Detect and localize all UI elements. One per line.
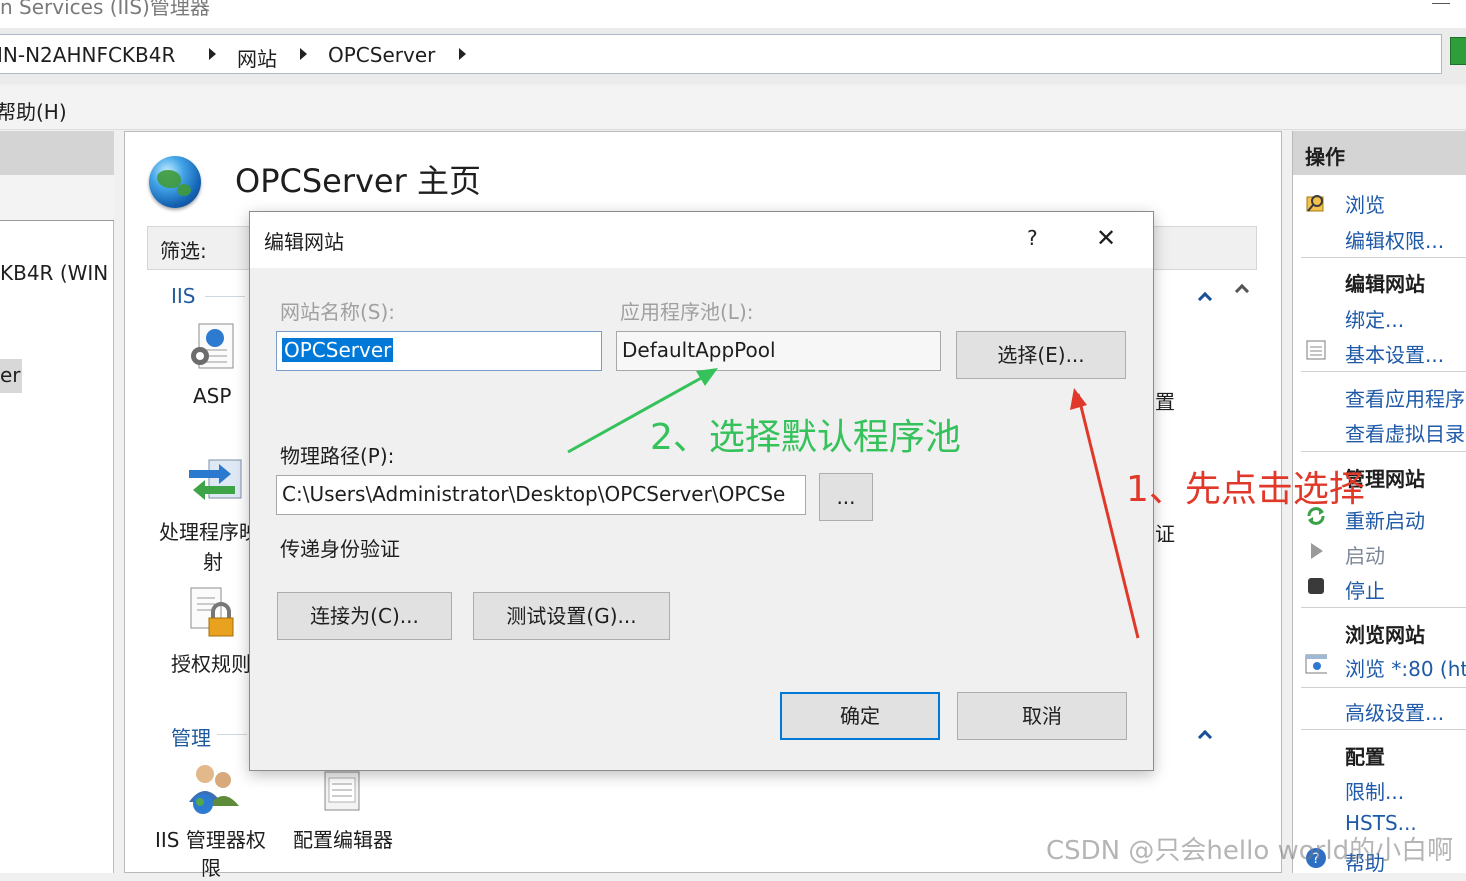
breadcrumb-arrow-icon[interactable] [209,48,216,60]
stop-icon[interactable] [1305,575,1327,597]
edit-site-dialog: 编辑网站 ? ✕ 网站名称(S): OPCServer 应用程序池(L): De… [249,211,1154,771]
app-pool-value: DefaultAppPool [622,338,776,362]
action-view-virtual-directories[interactable]: 查看虚拟目录 [1345,418,1465,447]
page-title: OPCServer 主页 [235,162,481,200]
watermark: CSDN @只会hello world的小白啊 [1046,836,1454,866]
ok-button[interactable]: 确定 [780,692,940,740]
actions-title: 操作 [1305,145,1345,169]
feature-handler-label-2[interactable]: 射 [203,546,223,575]
iis-manager-permissions-icon[interactable] [185,762,243,816]
annotation-step-1: 1、先点击选择 [1126,469,1365,510]
action-stop[interactable]: 停止 [1345,575,1385,604]
site-name-label: 网站名称(S): [280,300,396,324]
action-edit-permissions[interactable]: 编辑权限... [1345,225,1444,254]
app-pool-field[interactable]: DefaultAppPool [616,331,941,371]
minimize-icon[interactable] [1432,0,1450,4]
physical-path-value: C:\Users\Administrator\Desktop\OPCServer… [282,482,786,506]
actions-divider [1301,451,1466,452]
menu-bar: 帮助(H) [0,86,1466,130]
action-advanced-settings[interactable]: 高级设置... [1345,697,1444,726]
dialog-title: 编辑网站 [264,230,344,254]
action-basic-settings[interactable]: 基本设置... [1345,339,1444,368]
feature-partial-label[interactable]: 证 [1155,518,1175,547]
connections-pane: KB4R (WIN er [0,131,114,873]
handler-mappings-icon[interactable] [183,454,245,502]
tree-item-server[interactable]: KB4R (WIN [0,261,108,285]
breadcrumb-arrow-icon[interactable] [459,48,466,60]
dialog-titlebar: 编辑网站 ? ✕ [250,212,1153,268]
help-icon[interactable]: ? [1027,226,1038,250]
passthrough-auth-label: 传递身份验证 [280,537,400,561]
breadcrumb-server[interactable]: IN-N2AHNFCKB4R [0,43,175,67]
close-icon[interactable]: ✕ [1096,224,1116,252]
annotation-step-2: 2、选择默认程序池 [650,417,961,458]
feature-asp-label[interactable]: ASP [193,384,231,408]
action-browse-port-80[interactable]: 浏览 *:80 (ht [1345,653,1466,682]
breadcrumb[interactable]: IN-N2AHNFCKB4R 网站 OPCServer [0,34,1442,74]
globe-land-shape [177,184,191,196]
physical-path-label: 物理路径(P): [280,444,395,468]
feature-iis-permissions-label[interactable]: IIS 管理器权 [155,824,266,853]
breadcrumb-sites[interactable]: 网站 [237,43,277,72]
action-start[interactable]: 启动 [1345,540,1385,569]
breadcrumb-arrow-icon[interactable] [300,48,307,60]
window-title: n Services (IIS)管理器 [0,0,210,19]
physical-path-field[interactable]: C:\Users\Administrator\Desktop\OPCServer… [276,475,806,515]
select-app-pool-button[interactable]: 选择(E)... [956,331,1126,379]
action-browse[interactable]: 浏览 [1345,189,1385,218]
feature-partial-label[interactable]: 置 [1155,386,1175,415]
actions-divider [1301,729,1466,730]
action-view-applications[interactable]: 查看应用程序 [1345,383,1465,412]
feature-handler-label[interactable]: 处理程序映 [159,516,259,545]
group-divider [205,296,245,297]
group-divider [217,734,247,735]
connections-header [0,131,114,175]
actions-divider [1301,371,1466,372]
site-globe-icon [149,156,201,208]
feature-iis-permissions-label-2[interactable]: 限 [201,852,221,881]
tree-item-site[interactable]: er [0,359,22,393]
site-name-field[interactable]: OPCServer [276,331,602,371]
explore-icon[interactable] [1305,191,1327,213]
browse-site-icon[interactable] [1305,653,1327,675]
collapse-icon[interactable] [1197,729,1213,745]
connect-as-button[interactable]: 连接为(C)... [277,592,452,640]
browse-path-button[interactable]: ... [819,473,873,521]
breadcrumb-site[interactable]: OPCServer [328,43,435,67]
scroll-up-icon[interactable] [1234,283,1250,299]
window-titlebar: n Services (IIS)管理器 [0,0,1466,28]
action-limits[interactable]: 限制... [1345,776,1404,805]
start-icon[interactable] [1305,540,1327,562]
actions-section-edit-site: 编辑网站 [1345,272,1425,296]
actions-section-configure: 配置 [1345,745,1385,769]
filter-label: 筛选: [160,239,207,263]
cancel-button[interactable]: 取消 [957,692,1127,740]
feature-config-editor-label[interactable]: 配置编辑器 [293,824,393,853]
actions-divider [1301,257,1466,258]
configuration-editor-icon[interactable] [321,768,365,814]
globe-land-shape [157,170,181,188]
feature-authorization-label[interactable]: 授权规则 [171,648,251,677]
address-bar: IN-N2AHNFCKB4R 网站 OPCServer [0,28,1466,84]
collapse-icon[interactable] [1197,291,1213,307]
test-settings-button[interactable]: 测试设置(G)... [473,592,670,640]
basic-settings-icon[interactable] [1305,339,1327,361]
asp-icon[interactable] [185,320,237,372]
refresh-icon[interactable] [1450,37,1466,65]
actions-header: 操作 [1293,131,1466,175]
action-bindings[interactable]: 绑定... [1345,304,1404,333]
group-header-iis[interactable]: IIS [171,284,196,308]
authorization-rules-icon[interactable] [187,584,239,640]
menu-help[interactable]: 帮助(H) [0,96,67,125]
site-name-value: OPCServer [282,338,394,362]
connections-toolbar [0,175,114,221]
group-header-management[interactable]: 管理 [171,722,211,751]
app-pool-label: 应用程序池(L): [620,300,754,324]
actions-divider [1301,607,1466,608]
actions-section-browse-site: 浏览网站 [1345,623,1425,647]
actions-divider [1301,687,1466,688]
